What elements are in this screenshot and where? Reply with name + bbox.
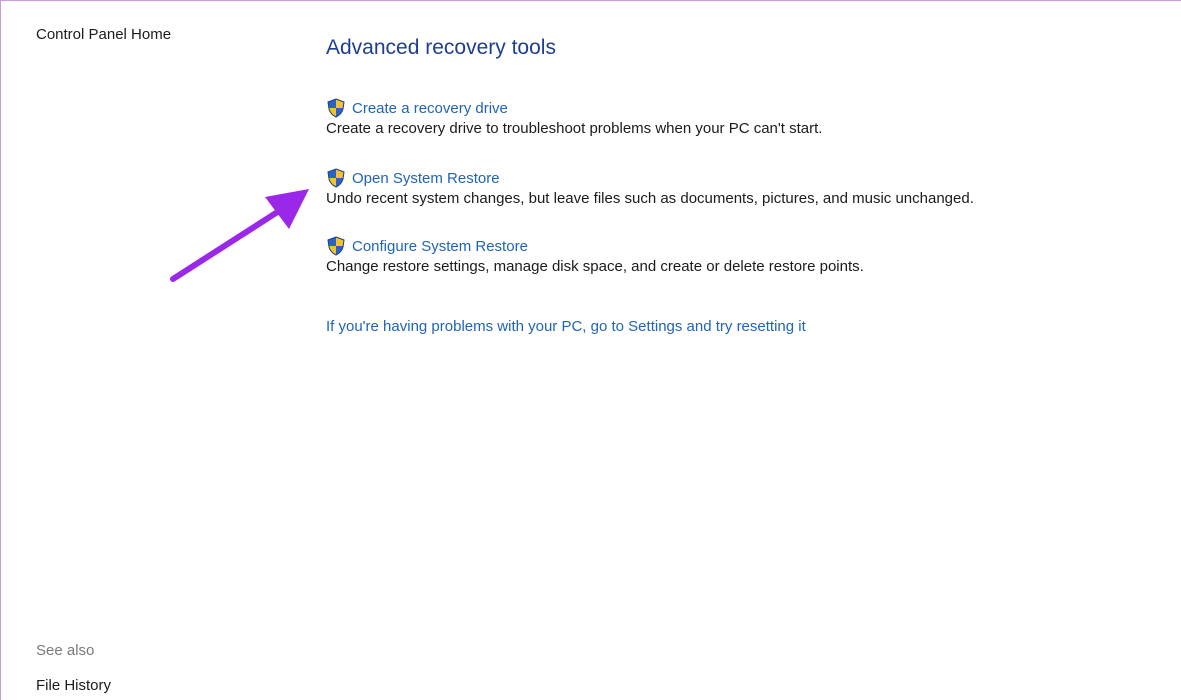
reset-pc-settings-link[interactable]: If you're having problems with your PC, … — [326, 318, 806, 335]
file-history-link[interactable]: File History — [36, 677, 111, 694]
open-system-restore-link[interactable]: Open System Restore — [326, 167, 974, 189]
recovery-tool-open-restore: Open System Restore Undo recent system c… — [326, 167, 974, 207]
recovery-tool-configure-restore: Configure System Restore Change restore … — [326, 235, 864, 275]
see-also-heading: See also — [36, 642, 95, 659]
uac-shield-icon — [327, 168, 345, 188]
open-system-restore-description: Undo recent system changes, but leave fi… — [326, 190, 974, 207]
create-recovery-drive-label: Create a recovery drive — [352, 99, 508, 117]
recovery-tool-create-drive: Create a recovery drive Create a recover… — [326, 97, 822, 137]
control-panel-home-link[interactable]: Control Panel Home — [36, 26, 171, 43]
open-system-restore-label: Open System Restore — [352, 169, 500, 187]
configure-system-restore-description: Change restore settings, manage disk spa… — [326, 258, 864, 275]
uac-shield-icon — [327, 236, 345, 256]
create-recovery-drive-description: Create a recovery drive to troubleshoot … — [326, 120, 823, 137]
configure-system-restore-link[interactable]: Configure System Restore — [326, 235, 864, 257]
page-title: Advanced recovery tools — [326, 36, 556, 59]
sidebar: Control Panel Home See also File History — [1, 1, 301, 700]
create-recovery-drive-link[interactable]: Create a recovery drive — [326, 97, 822, 119]
main-content: Advanced recovery tools Create a recover… — [326, 1, 1166, 700]
configure-system-restore-label: Configure System Restore — [352, 237, 528, 255]
control-panel-window: Control Panel Home See also File History… — [0, 0, 1181, 700]
uac-shield-icon — [327, 98, 345, 118]
annotation-arrow-icon — [170, 189, 309, 282]
